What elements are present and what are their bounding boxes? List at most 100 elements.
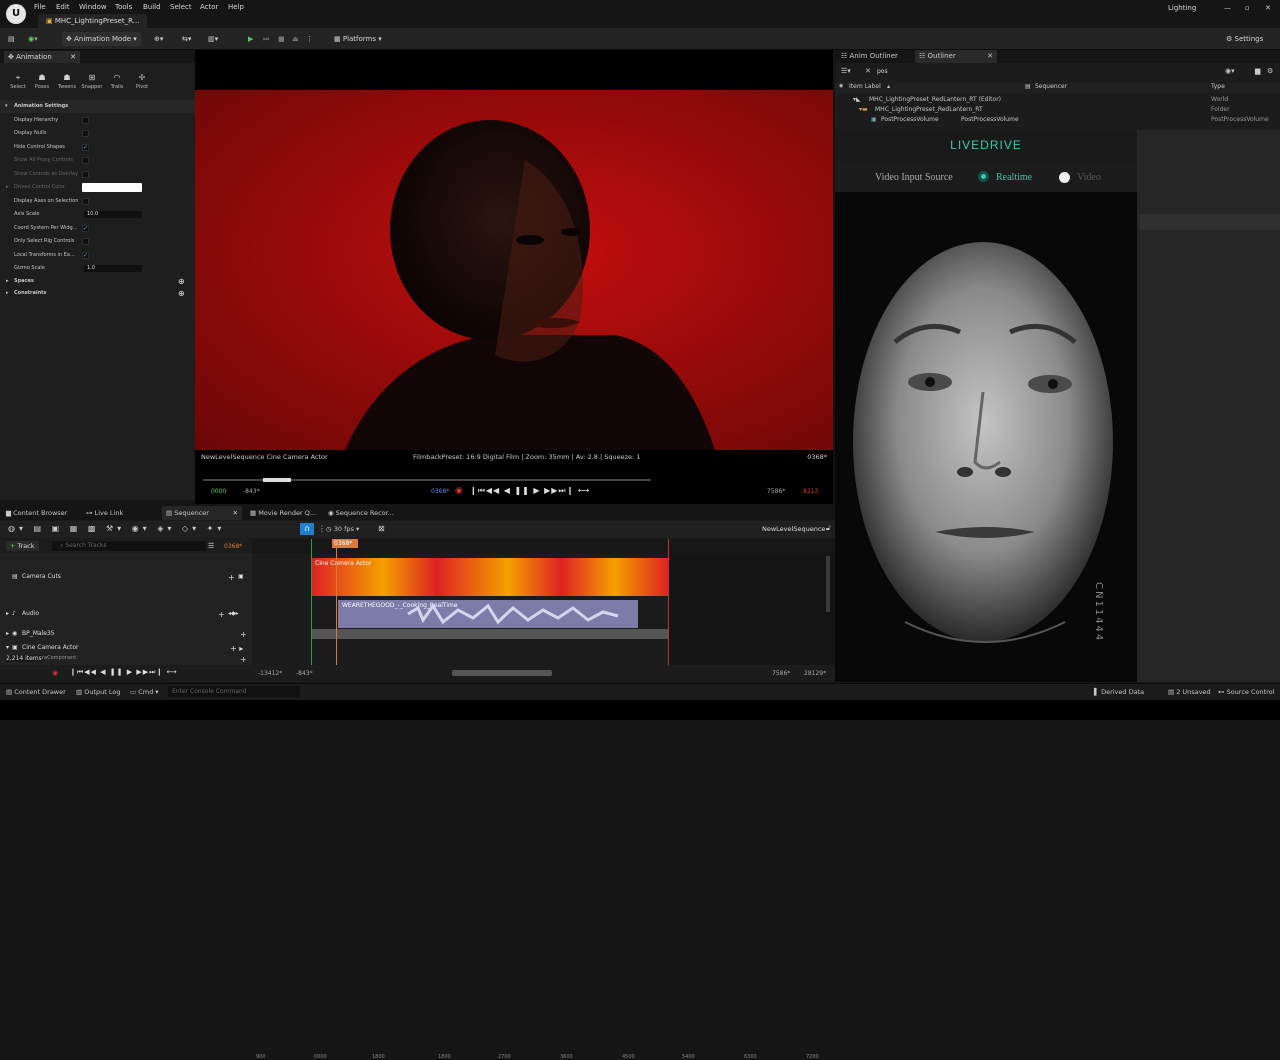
magnet-icon[interactable]: ∩ — [300, 523, 314, 535]
realtime-label[interactable]: Realtime — [996, 172, 1032, 183]
menu-tools[interactable]: Tools — [115, 3, 132, 11]
playhead[interactable] — [336, 539, 337, 665]
end-marker[interactable] — [668, 539, 669, 665]
checkbox[interactable] — [82, 238, 89, 245]
audio-clip[interactable]: WEARETHEGOOD_-_Cooking_RealTime — [338, 600, 638, 628]
folder-add-icon[interactable]: ▆ — [1255, 67, 1260, 75]
settings-dropdown[interactable]: ⚙ Settings — [1226, 32, 1263, 46]
tab-content-browser[interactable]: ▆ Content Browser — [6, 509, 67, 517]
menu-build[interactable]: Build — [143, 3, 161, 11]
view-options-icon[interactable]: ◉▾ — [1225, 67, 1235, 75]
camera-viewport[interactable] — [195, 90, 833, 450]
add-icon[interactable]: + — [218, 610, 225, 619]
mode-poses-button[interactable]: ☗ Poses — [29, 74, 55, 91]
current-frame[interactable]: 0368* — [431, 488, 449, 495]
horizontal-scrollbar[interactable] — [452, 670, 552, 676]
add-content-icon[interactable]: ⊕▾ — [154, 32, 163, 46]
col-item-label[interactable]: Item Label — [849, 83, 881, 90]
menu-window[interactable]: Window — [79, 3, 107, 11]
camera-icon[interactable]: ▣ — [238, 573, 244, 580]
track-audio[interactable]: ▸ ♪ Audio + ◂◆▸ — [0, 610, 252, 624]
sequencer-tool-icons[interactable]: ◍▾ ▤ ▣ ▦ ▩ ⚒▾ ◉▾ ◈▾ ◇▾ ✦▾ — [8, 524, 225, 533]
snap-options-icon[interactable]: ⋮ — [318, 524, 326, 533]
play-start-frame[interactable]: -843* — [296, 670, 313, 677]
add-icon[interactable]: ⊕ — [178, 287, 185, 300]
tab-anim-outliner[interactable]: ☷ Anim Outliner — [841, 52, 898, 60]
current-frame-field[interactable]: 0368* — [224, 543, 242, 550]
tab-live-link[interactable]: ⊶ Live Link — [86, 509, 123, 517]
close-icon[interactable]: ✕ — [1265, 4, 1271, 12]
footer-playback-controls[interactable]: ❙⏮◀◀ ◀ ❚❚ ▶ ▶▶⏭❙ ⟷ — [70, 668, 178, 677]
checkbox[interactable] — [82, 198, 89, 205]
checkbox[interactable] — [82, 157, 89, 164]
stop-icon[interactable]: ■ — [278, 32, 285, 46]
tab-outliner[interactable]: ☷ Outliner ✕ — [915, 50, 997, 63]
add-track-button[interactable]: + Track — [6, 541, 39, 551]
playhead-label[interactable]: 0368* — [332, 539, 358, 548]
tab-sequencer[interactable]: ▤ Sequencer ✕ — [162, 506, 242, 520]
section-constraints[interactable]: ▸ Constraints ⊕ — [0, 287, 195, 300]
filter-icon[interactable]: ☰ — [208, 542, 214, 550]
mode-dropdown[interactable]: ✥ Animation Mode ▾ — [62, 32, 141, 46]
scrub-handle[interactable] — [263, 478, 291, 482]
view-end-frame[interactable]: 28129* — [804, 670, 826, 677]
outliner-row[interactable]: ▣ PostProcessVolume PostProcessVolume Po… — [835, 116, 1280, 126]
record-icon[interactable]: ◉ — [52, 669, 58, 677]
end-frame[interactable]: 8213 — [803, 488, 818, 495]
checkbox-checked[interactable]: ✓ — [82, 144, 89, 151]
playback-controls[interactable]: ❙⏮◀◀ ◀ ❚❚ ▶ ▶▶⏭❙ ⟷ — [470, 486, 590, 496]
outliner-search-input[interactable]: pos — [877, 68, 888, 75]
checkbox[interactable] — [82, 117, 89, 124]
outliner-row[interactable]: ▾▬ MHC_LightingPreset_RedLantern_RT Fold… — [835, 106, 1280, 116]
video-label[interactable]: Video — [1077, 172, 1101, 183]
record-icon[interactable]: ◉ — [455, 486, 463, 496]
color-swatch[interactable] — [82, 183, 142, 192]
platforms-dropdown[interactable]: ▦ Platforms ▾ — [334, 32, 382, 46]
menu-file[interactable]: File — [34, 3, 46, 11]
step-icon[interactable]: ⏭ — [263, 32, 269, 46]
lock-icon[interactable]: 🔓︎ — [826, 524, 831, 533]
right-frame[interactable]: 7586* — [767, 488, 785, 495]
fps-dropdown[interactable]: ◷ 30 fps ▾ — [326, 525, 359, 533]
outliner-row[interactable]: ▾◣ MHC_LightingPreset_RedLantern_RT (Edi… — [835, 96, 1280, 106]
output-log-button[interactable]: ▥ Output Log — [76, 688, 120, 696]
play-end-frame[interactable]: 7586* — [772, 670, 790, 677]
cinematics-icon[interactable]: ▥▾ — [208, 32, 218, 46]
add-icon[interactable]: + ▸ — [230, 644, 243, 653]
track-camera-cuts[interactable]: ▤ Camera Cuts + ▣ — [0, 573, 252, 587]
key-icons[interactable]: ◂◆▸ — [228, 610, 239, 617]
mode-pivot-button[interactable]: ✢ Pivot — [129, 74, 155, 91]
save-icon[interactable]: ▤ — [8, 32, 15, 46]
start-frame[interactable]: 0000 — [211, 488, 226, 495]
axis-scale-input[interactable]: 10.0 — [84, 211, 142, 218]
content-drawer-button[interactable]: ▤ Content Drawer — [6, 688, 66, 696]
layout-label[interactable]: Lighting — [1168, 4, 1196, 12]
mode-select-button[interactable]: ⌖ Select — [5, 74, 31, 91]
sequence-name[interactable]: NewLevelSequence — [762, 525, 825, 533]
radio-realtime[interactable] — [978, 171, 989, 182]
maximize-icon[interactable]: ▫ — [1245, 4, 1250, 12]
menu-edit[interactable]: Edit — [56, 3, 70, 11]
track-bp-male[interactable]: ▸ ◉ BP_Male35 + — [0, 630, 252, 642]
source-control-icon[interactable]: ◉▾ — [28, 32, 38, 46]
vertical-scrollbar[interactable] — [826, 556, 830, 612]
checkbox[interactable] — [82, 130, 89, 137]
left-frame[interactable]: -843* — [243, 488, 260, 495]
eject-icon[interactable]: ⏏ — [292, 32, 299, 46]
tab-animation[interactable]: ✥ Animation ✕ — [4, 51, 80, 63]
col-type[interactable]: Type — [1211, 83, 1225, 90]
col-sequencer[interactable]: Sequencer — [1035, 83, 1067, 90]
close-icon[interactable]: ✕ — [70, 51, 76, 63]
radio-video[interactable] — [1059, 172, 1070, 183]
blueprint-icon[interactable]: ⇆▾ — [182, 32, 191, 46]
menu-select[interactable]: Select — [170, 3, 192, 11]
console-input[interactable]: Enter Console Command — [168, 686, 300, 697]
search-tracks-input[interactable]: ⌕ Search Tracks — [52, 541, 206, 551]
cmd-dropdown[interactable]: ▭ Cmd ▾ — [130, 688, 159, 696]
menu-actor[interactable]: Actor — [200, 3, 218, 11]
project-tab[interactable]: ▣ MHC_LightingPreset_R... — [38, 14, 148, 28]
section-animation-settings[interactable]: ▾ Animation Settings — [0, 100, 195, 113]
checkbox-checked[interactable]: ✓ — [82, 225, 89, 232]
add-icon[interactable]: + — [228, 573, 235, 582]
derived-data-button[interactable]: ▌ Derived Data — [1094, 688, 1144, 696]
